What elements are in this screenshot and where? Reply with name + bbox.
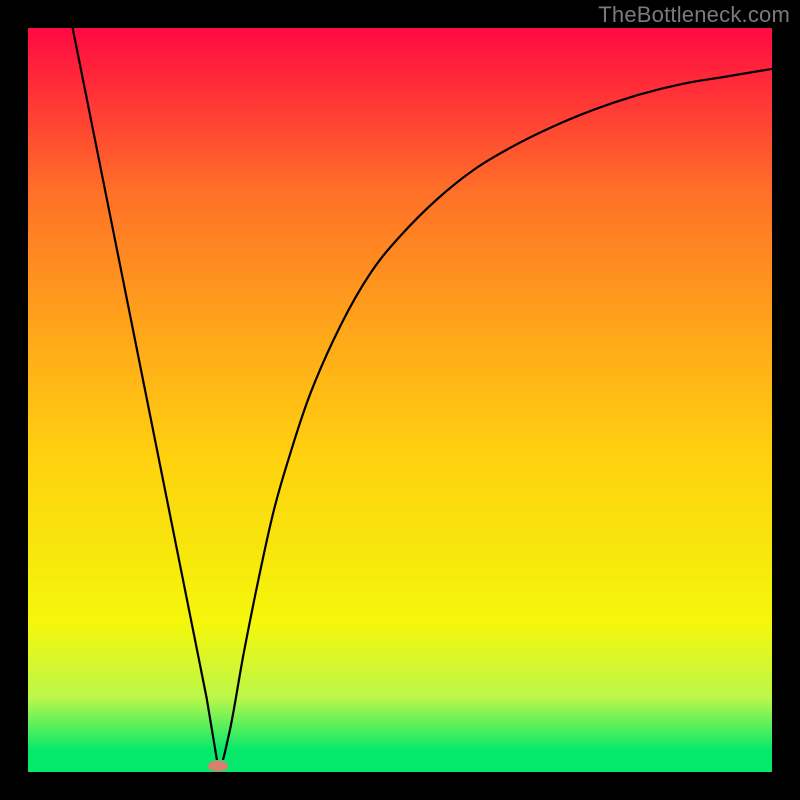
plot-area <box>28 28 772 772</box>
watermark-text: TheBottleneck.com <box>598 2 790 28</box>
optimal-marker <box>208 761 228 772</box>
optimal-band <box>28 760 772 772</box>
chart-container: TheBottleneck.com <box>0 0 800 800</box>
bottleneck-curve <box>28 28 772 772</box>
